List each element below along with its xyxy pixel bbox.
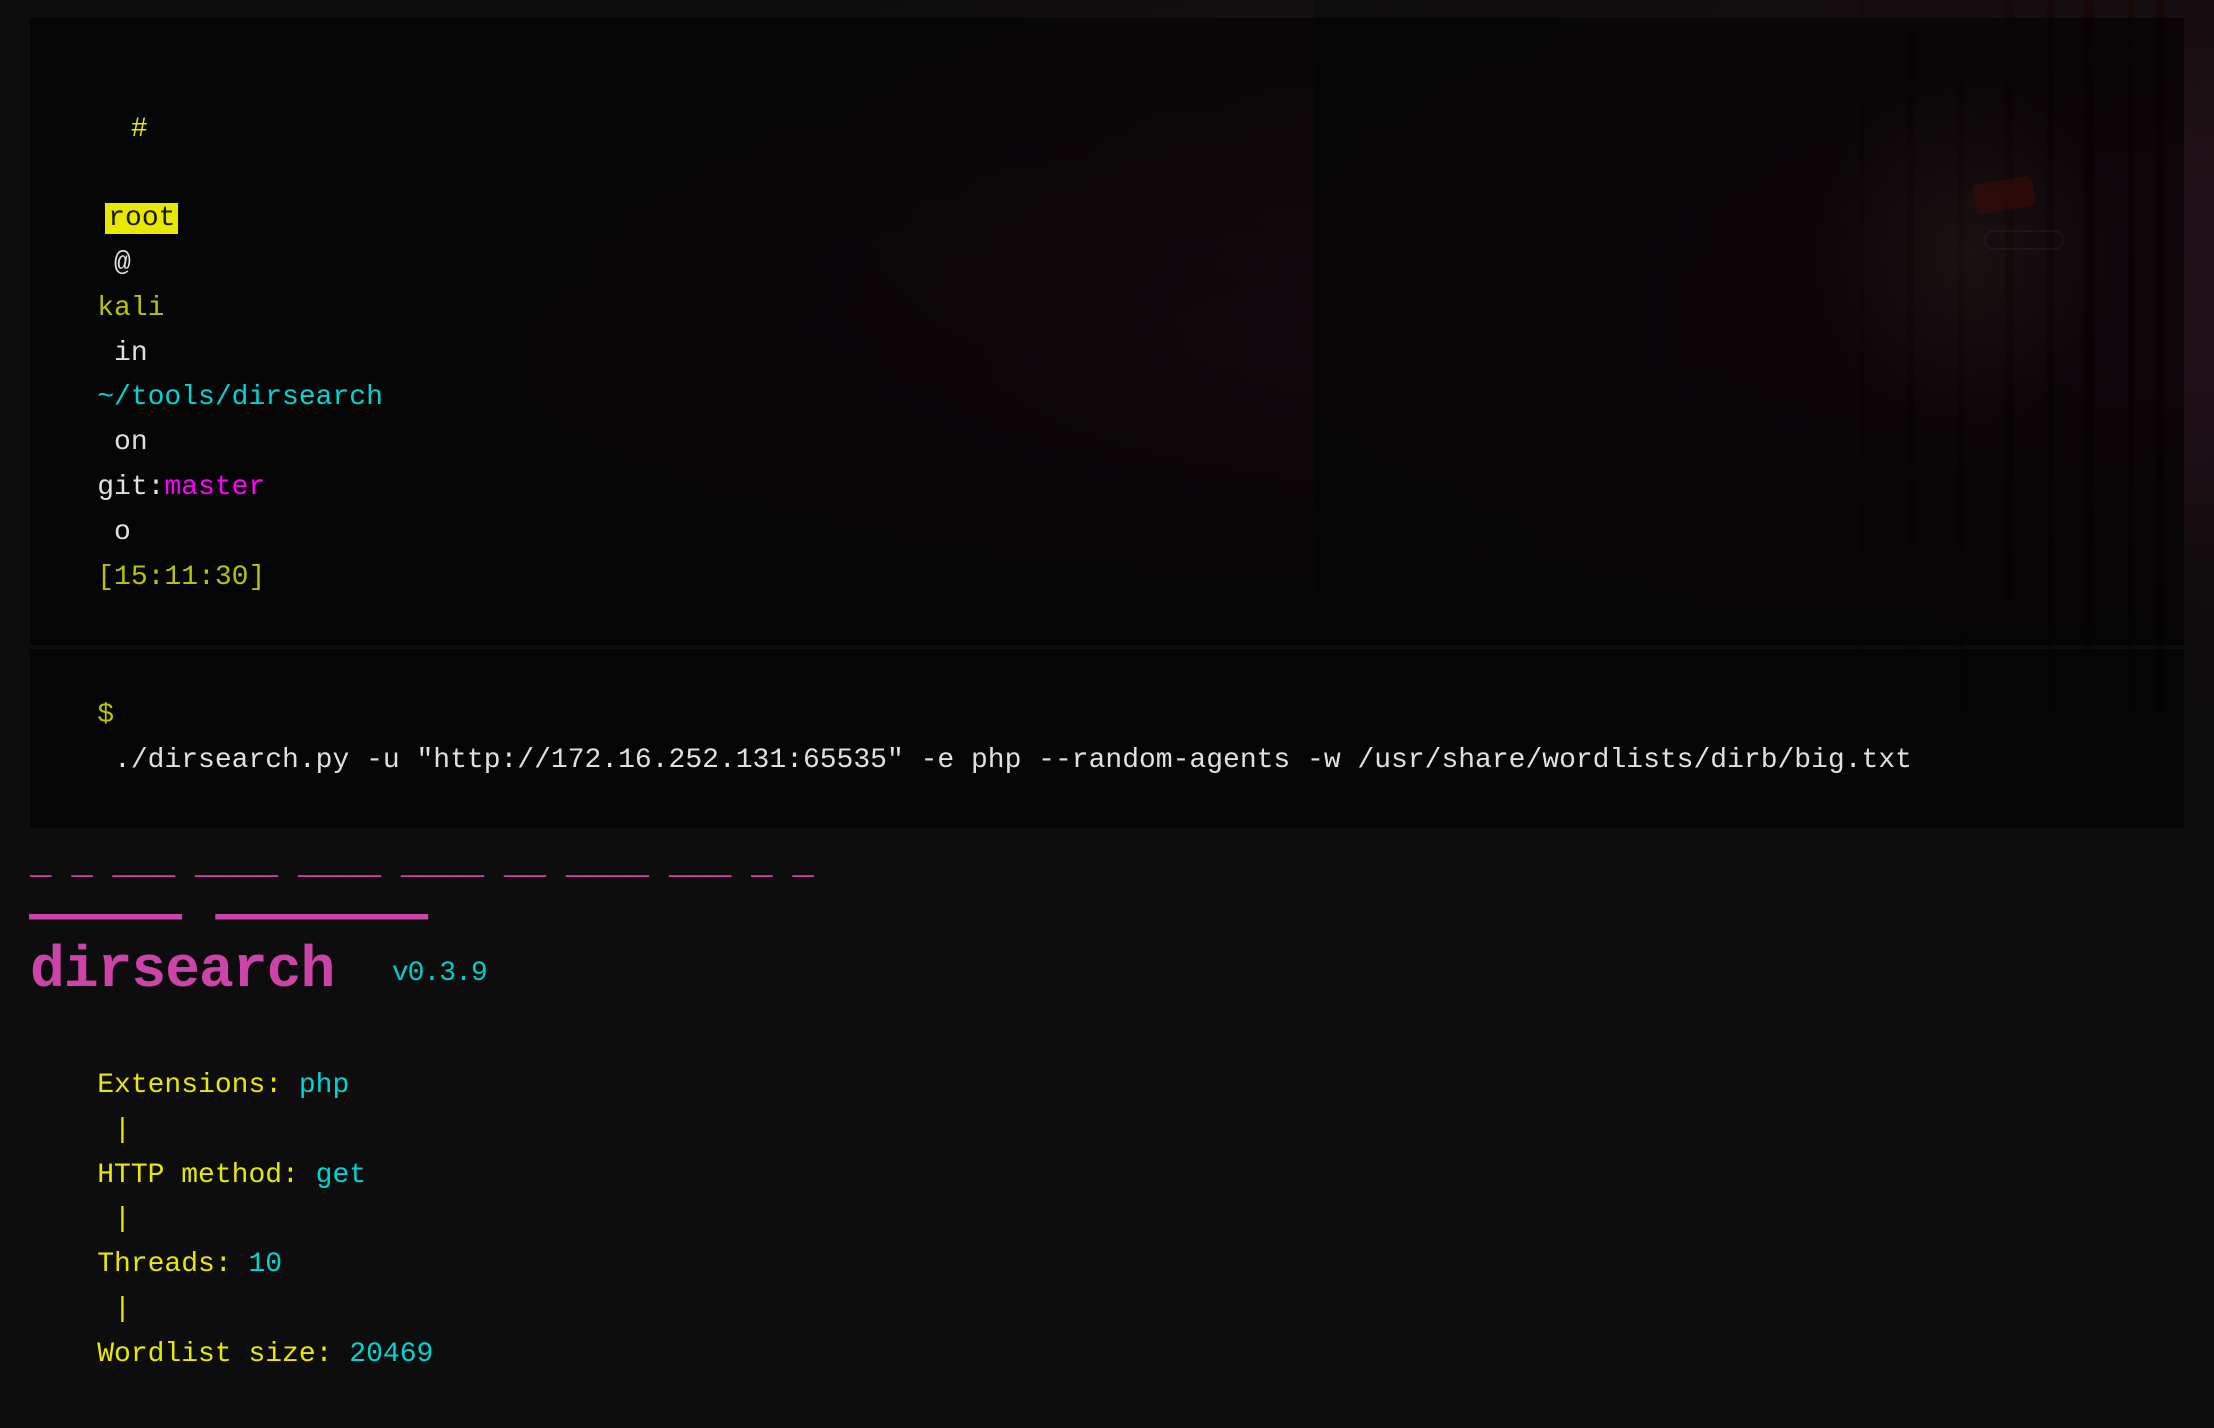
dollar-sign: $ — [97, 700, 114, 731]
prompt-host: kali — [97, 293, 164, 324]
command-line: $ ./dirsearch.py -u "http://172.16.252.1… — [30, 649, 2184, 828]
prompt-git: git: — [97, 472, 164, 503]
wordlist-label: Wordlist size: — [97, 1339, 349, 1370]
prompt-on: on — [97, 427, 164, 458]
prompt-user-highlight: root — [105, 203, 178, 234]
ext-label: Extensions: — [97, 1070, 299, 1101]
threads-label: Threads: — [97, 1249, 248, 1280]
prompt-time: [15:11:30] — [97, 562, 265, 593]
ext-value: php — [299, 1070, 349, 1101]
sep2: | — [97, 1204, 147, 1235]
prompt-in: in — [97, 338, 164, 369]
prompt-dir: ~/tools/dirsearch — [97, 382, 383, 413]
prompt-at: @ — [97, 248, 147, 279]
ascii-art-container: _ _ ___ ____ ____ ____ __ ____ ___ _ _ ⎯… — [30, 846, 2184, 1004]
prompt-flag: o — [97, 517, 147, 548]
error-log-line: Error Log: /root/tools/dirsearch/logs/er… — [30, 1424, 2184, 1428]
prompt-line-1: # root @ kali in ~/tools/dirsearch on gi… — [30, 18, 2184, 645]
method-value: get — [316, 1160, 366, 1191]
threads-value: 10 — [248, 1249, 282, 1280]
sep3: | — [97, 1294, 147, 1325]
wordlist-value: 20469 — [349, 1339, 433, 1370]
prompt-hash: # — [30, 114, 148, 190]
terminal-window: # root @ kali in ~/tools/dirsearch on gi… — [0, 0, 2214, 1428]
sep1: | — [97, 1115, 147, 1146]
method-label: HTTP method: — [97, 1160, 315, 1191]
command-text: ./dirsearch.py -u "http://172.16.252.131… — [97, 745, 1912, 776]
info-line: Extensions: php | HTTP method: get | Thr… — [30, 1019, 2184, 1422]
ascii-art-logo: _ _ ___ ____ ____ ____ __ ____ ___ _ _ ⎯… — [30, 846, 813, 1004]
